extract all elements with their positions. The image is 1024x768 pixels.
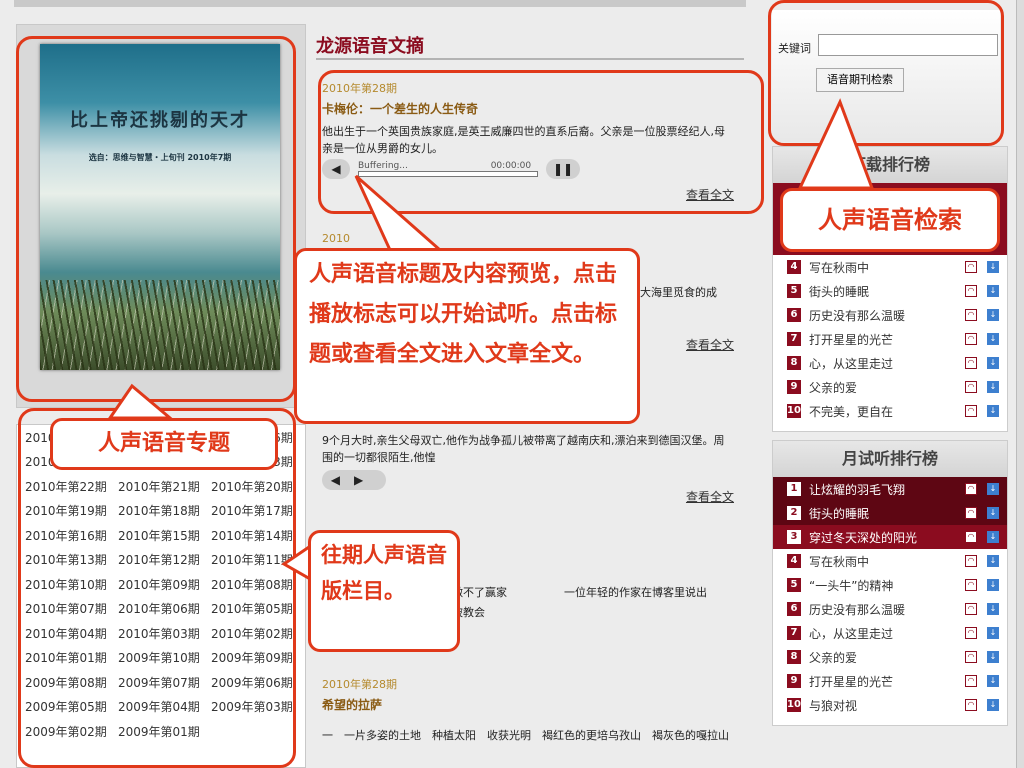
search-callout: 人声语音检索 bbox=[780, 188, 1000, 252]
topic-callout: 人声语音专题 bbox=[50, 418, 278, 470]
search-pointer bbox=[797, 98, 875, 190]
archive-callout: 往期人声语音版栏目。 bbox=[308, 530, 460, 652]
topic-pointer bbox=[107, 383, 175, 420]
preview-pointer bbox=[354, 174, 444, 252]
preview-callout: 人声语音标题及内容预览，点击播放标志可以开始试听。点击标题或查看全文进入文章全文… bbox=[294, 248, 640, 424]
